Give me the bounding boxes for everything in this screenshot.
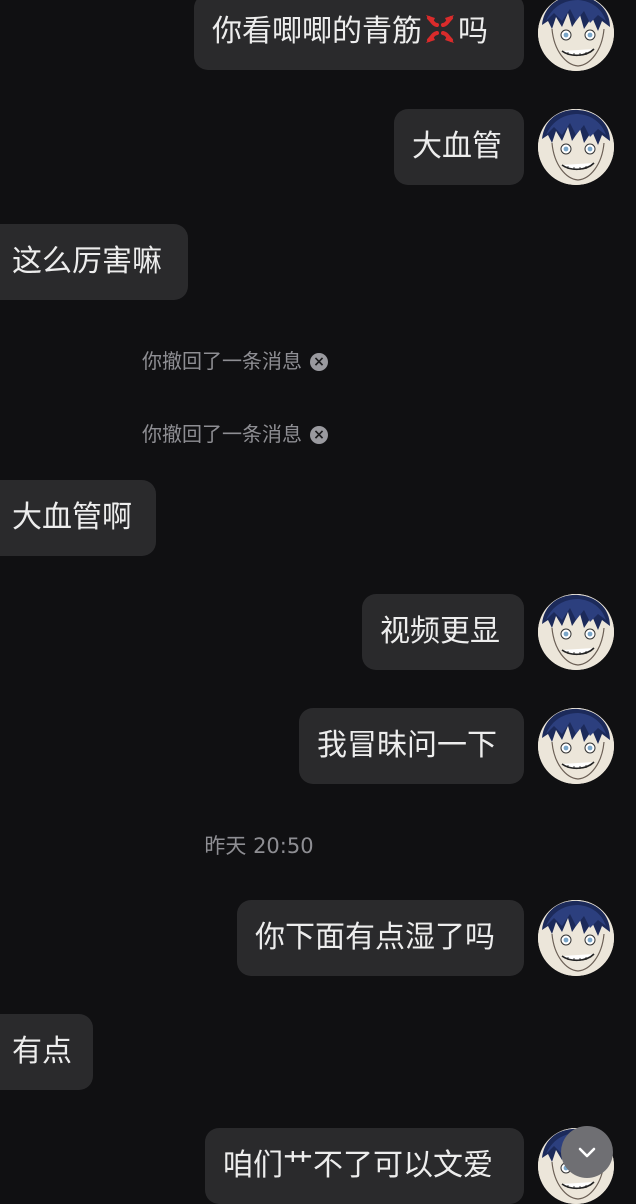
message-bubble-incoming[interactable]: 大血管啊 xyxy=(0,480,156,556)
message-text: 我冒昧问一下 xyxy=(317,728,497,763)
message-text: 视频更显 xyxy=(380,614,500,649)
message-text: 这么厉害嘛 xyxy=(12,244,162,279)
message-text: 你下面有点湿了吗 xyxy=(255,920,495,955)
close-circle-icon[interactable]: × xyxy=(310,353,328,371)
message-bubble-outgoing[interactable]: 视频更显 xyxy=(362,594,524,670)
recall-notice: 你撤回了一条消息 × xyxy=(142,418,328,447)
chevron-down-icon xyxy=(578,1147,596,1158)
message-bubble-incoming[interactable]: 有点 xyxy=(0,1014,93,1090)
avatar[interactable] xyxy=(538,594,614,670)
message-text: 有点 xyxy=(12,1034,72,1069)
message-bubble-outgoing[interactable]: 我冒昧问一下 xyxy=(299,708,524,784)
message-text: 大血管啊 xyxy=(12,500,132,535)
chat-timestamp: 昨天 20:50 xyxy=(204,834,314,858)
message-bubble-outgoing[interactable]: 咱们艹不了可以文爱 xyxy=(205,1128,524,1204)
avatar[interactable] xyxy=(538,0,614,71)
message-bubble-outgoing[interactable]: 你看唧唧的青筋 吗 xyxy=(194,0,524,70)
recall-notice: 你撤回了一条消息 × xyxy=(142,345,328,374)
avatar[interactable] xyxy=(538,109,614,185)
scroll-to-bottom-button[interactable] xyxy=(561,1126,613,1178)
recall-notice-text: 你撤回了一条消息 xyxy=(142,349,302,373)
close-circle-icon[interactable]: × xyxy=(310,426,328,444)
message-text: 大血管 xyxy=(412,129,502,164)
recall-notice-text: 你撤回了一条消息 xyxy=(142,422,302,446)
message-text: 你看唧唧的青筋 xyxy=(212,14,422,49)
message-text: 咱们艹不了可以文爱 xyxy=(223,1148,493,1183)
message-bubble-incoming[interactable]: 这么厉害嘛 xyxy=(0,224,188,300)
avatar[interactable] xyxy=(538,900,614,976)
message-text: 吗 xyxy=(458,14,488,49)
anger-symbol-emoji xyxy=(426,15,454,43)
message-bubble-outgoing[interactable]: 你下面有点湿了吗 xyxy=(237,900,524,976)
message-bubble-outgoing[interactable]: 大血管 xyxy=(394,109,524,185)
avatar[interactable] xyxy=(538,708,614,784)
